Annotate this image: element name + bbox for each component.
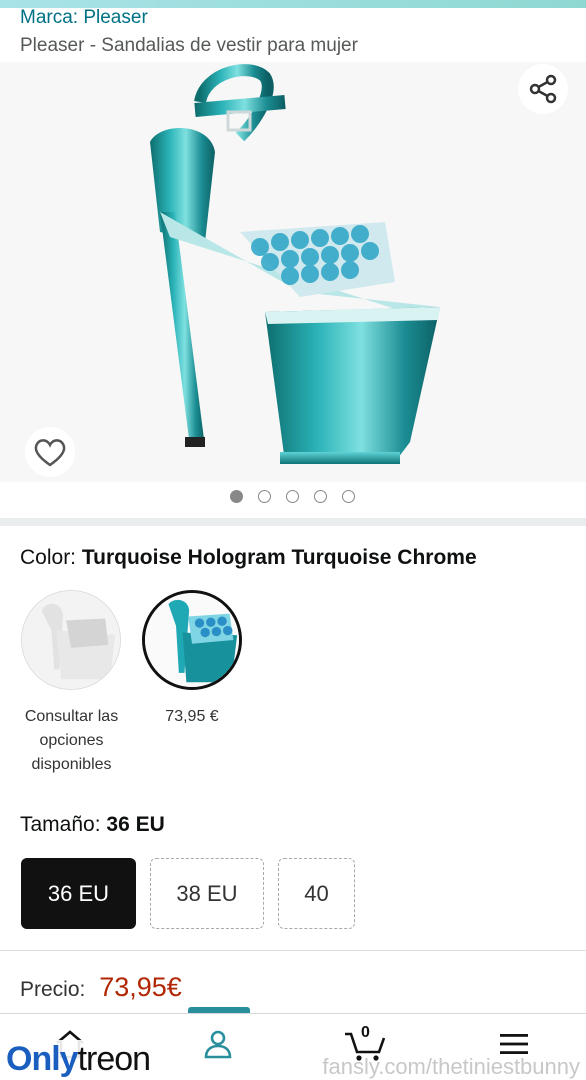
carousel-dot[interactable] (342, 490, 355, 503)
section-divider (0, 518, 586, 526)
size-option-40[interactable]: 40 (278, 858, 355, 929)
turquoise-shoe-thumbnail (145, 593, 239, 687)
white-shoe-thumbnail (22, 591, 120, 689)
size-option-36[interactable]: 36 EU (21, 858, 136, 929)
carousel-dot[interactable] (258, 490, 271, 503)
section-divider (0, 950, 586, 951)
price-row: Precio: 73,95€ (20, 972, 182, 1003)
carousel-dot[interactable] (230, 490, 243, 503)
price-label: Precio: (20, 978, 86, 1001)
selected-color: Turquoise Hologram Turquoise Chrome (81, 546, 477, 569)
size-selection: Tamaño: 36 EU (20, 813, 165, 837)
product-image (150, 64, 440, 464)
share-icon (529, 74, 557, 104)
cart-count: 0 (361, 1024, 370, 1041)
color-swatch-turquoise[interactable] (142, 590, 242, 690)
color-swatch-white[interactable] (21, 590, 121, 690)
size-label: Tamaño: (20, 813, 101, 836)
nav-account[interactable] (188, 1022, 248, 1066)
watermark-left-b: treon (77, 1040, 151, 1078)
watermark-left: Onlytreon (0, 1040, 157, 1080)
user-icon (204, 1030, 232, 1059)
favorite-button[interactable] (25, 427, 75, 477)
product-title: Pleaser - Sandalias de vestir para mujer (20, 35, 358, 56)
carousel-indicator (230, 490, 355, 503)
swatch-label: Consultar las opciones disponibles (24, 708, 119, 773)
carousel-dot[interactable] (314, 490, 327, 503)
size-option-38[interactable]: 38 EU (150, 858, 264, 929)
product-image-carousel[interactable] (0, 62, 586, 482)
color-selection: Color: Turquoise Hologram Turquoise Chro… (20, 546, 477, 570)
brand-link[interactable]: Marca: Pleaser (20, 7, 148, 29)
carousel-dot[interactable] (286, 490, 299, 503)
price-amount: 73,95€ (99, 972, 182, 1002)
color-label: Color: (20, 546, 77, 569)
share-button[interactable] (518, 64, 568, 114)
heart-icon (34, 439, 66, 467)
selected-size: 36 EU (106, 813, 165, 836)
swatch-price: 73,95 € (165, 708, 219, 725)
watermark-left-a: Only (6, 1040, 79, 1078)
watermark-right: fansly.com/thetiniestbunny (322, 1054, 580, 1079)
